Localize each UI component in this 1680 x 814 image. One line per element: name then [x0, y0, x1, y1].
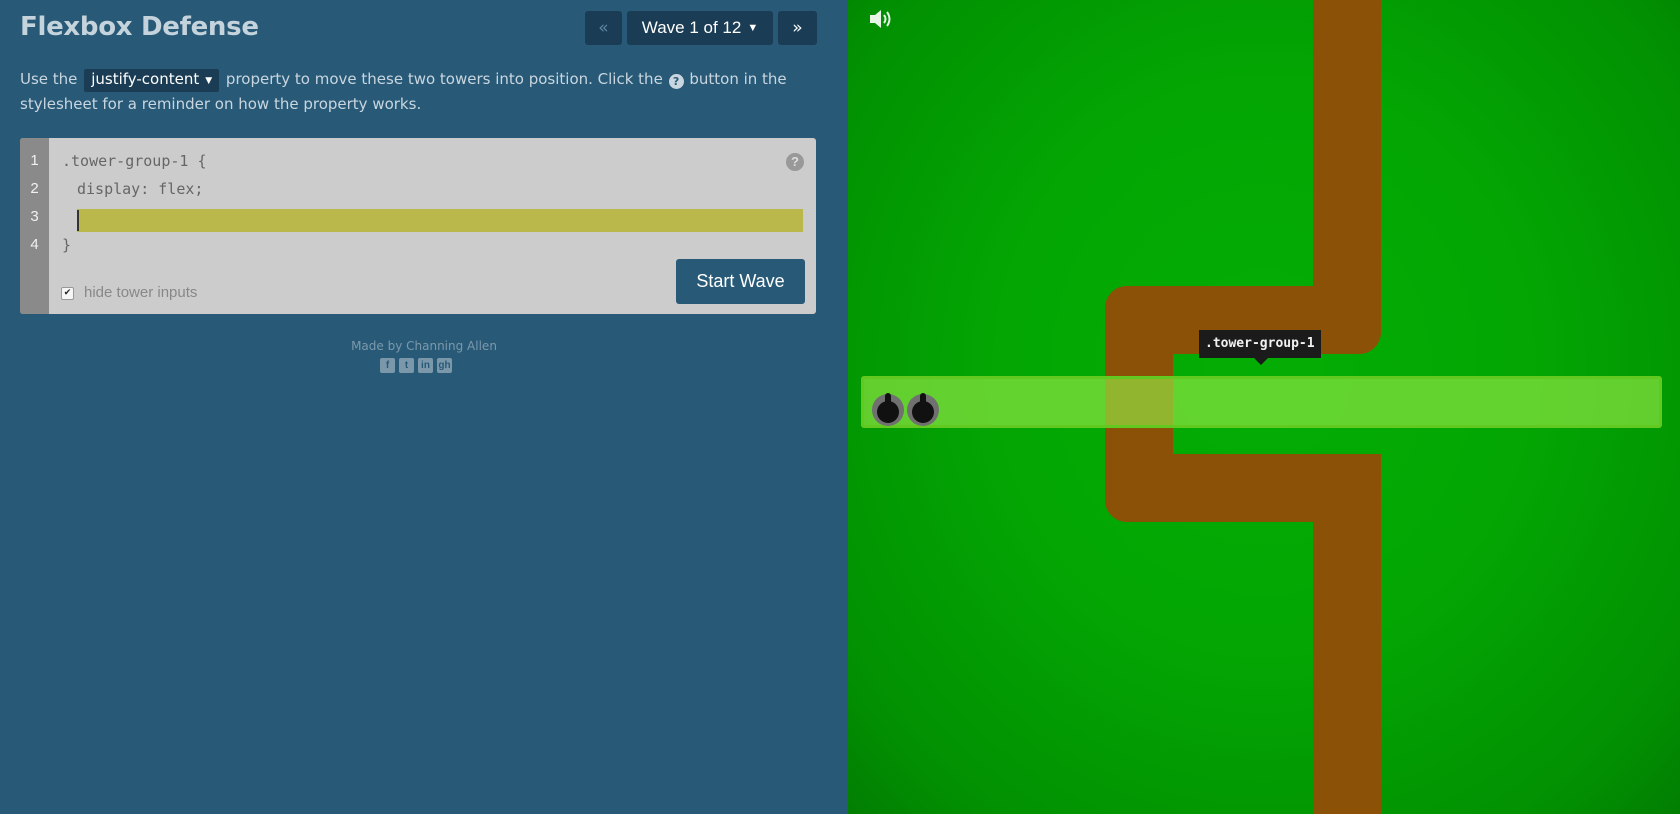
instructions-text-before: Use the: [20, 70, 78, 88]
control-panel: Flexbox Defense « Wave 1 of 12 ▼ » Use t…: [0, 0, 848, 814]
tower-icon[interactable]: [906, 393, 940, 427]
linkedin-icon[interactable]: in: [418, 358, 433, 373]
caret-down-icon: ▼: [205, 76, 213, 86]
facebook-icon[interactable]: f: [380, 358, 395, 373]
line-number: 4: [30, 236, 39, 253]
speaker-icon: [870, 10, 891, 28]
css-code-input[interactable]: [77, 209, 803, 232]
help-button[interactable]: ?: [786, 153, 804, 171]
code-line-selector: .tower-group-1 {: [62, 152, 207, 170]
text-cursor: [77, 210, 79, 231]
line-number: 2: [30, 180, 39, 197]
code-line-close-brace: }: [62, 236, 72, 254]
wave-label: Wave 1 of 12: [641, 18, 742, 37]
twitter-icon[interactable]: t: [399, 358, 414, 373]
hide-tower-inputs-label[interactable]: hide tower inputs: [84, 284, 197, 301]
property-dropdown-label: justify-content: [91, 70, 200, 88]
line-number-gutter: 1 2 3 4: [20, 138, 49, 314]
stylesheet-editor: 1 2 3 4 .tower-group-1 { display: flex; …: [20, 138, 816, 314]
tower-group-1-container: [861, 376, 1662, 428]
property-dropdown[interactable]: justify-content ▼: [84, 69, 220, 92]
instructions-text-middle: property to move these two towers into p…: [225, 70, 663, 88]
tower-icon[interactable]: [871, 393, 905, 427]
wave-select-button[interactable]: Wave 1 of 12 ▼: [627, 11, 773, 45]
start-wave-button[interactable]: Start Wave: [676, 259, 805, 304]
instructions: Use the justify-content ▼ property to mov…: [20, 67, 810, 117]
social-links: f t in gh: [380, 358, 452, 373]
github-icon[interactable]: gh: [437, 358, 452, 373]
enemy-path-segment: [1313, 454, 1381, 814]
tooltip-arrow: [1254, 358, 1268, 365]
sound-toggle-button[interactable]: [868, 8, 894, 34]
tower-group-label: .tower-group-1: [1199, 330, 1321, 358]
game-board: .tower-group-1: [848, 0, 1680, 814]
line-number: 3: [30, 208, 39, 225]
credit-text: Made by Channing Allen: [351, 339, 497, 353]
previous-wave-button[interactable]: «: [585, 11, 622, 45]
help-icon: ?: [668, 74, 684, 89]
code-line-display: display: flex;: [77, 180, 204, 198]
page-title: Flexbox Defense: [20, 12, 259, 42]
caret-down-icon: ▼: [747, 22, 759, 34]
hide-tower-inputs-checkbox[interactable]: ✔: [61, 287, 74, 300]
line-number: 1: [30, 152, 39, 169]
next-wave-button[interactable]: »: [778, 11, 817, 45]
